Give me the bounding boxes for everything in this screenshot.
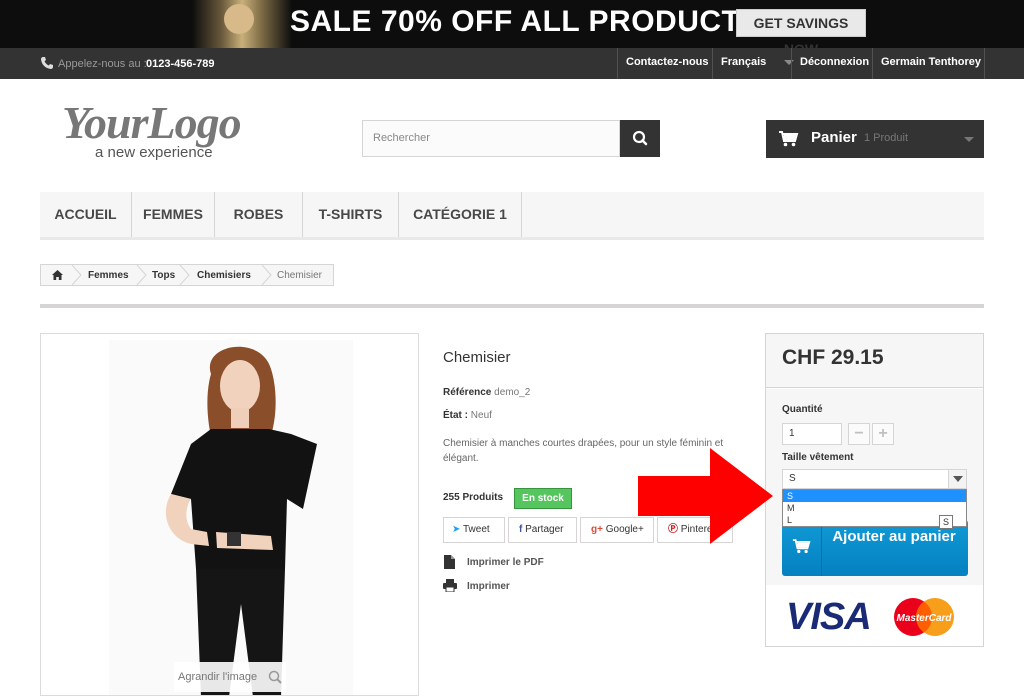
stock-badge: En stock <box>514 488 572 509</box>
breadcrumb-chemisiers[interactable]: Chemisiers <box>197 270 251 281</box>
enlarge-label: Agrandir l'image <box>178 671 258 683</box>
visa-logo: VISA <box>786 596 872 638</box>
menu-item-femmes[interactable]: FEMMES <box>132 192 215 237</box>
menu-item-accueil[interactable]: ACCUEIL <box>40 192 132 237</box>
breadcrumb-separator <box>71 265 82 285</box>
cart-icon-wrap <box>782 520 822 576</box>
chevron-down-icon[interactable] <box>948 470 966 488</box>
size-selected-value: S <box>789 473 796 484</box>
account-link[interactable]: Germain Tenthorey <box>872 48 985 79</box>
menu-item-robes[interactable]: ROBES <box>215 192 303 237</box>
top-bar: Appelez-nous au : 0123-456-789 Contactez… <box>0 48 1024 79</box>
google-plus-icon: g+ <box>591 524 603 535</box>
phone-label: Appelez-nous au : <box>58 58 147 70</box>
cart-title: Panier <box>811 129 857 146</box>
reference-value: demo_2 <box>494 387 531 398</box>
facebook-icon: f <box>519 524 523 535</box>
size-tooltip: S <box>939 515 953 529</box>
logout-link[interactable]: Déconnexion <box>791 48 872 79</box>
breadcrumb-tops[interactable]: Tops <box>152 270 175 281</box>
cart-icon <box>792 539 811 554</box>
menu-item-categorie-1[interactable]: CATÉGORIE 1 <box>399 192 522 237</box>
breadcrumb-separator <box>261 265 272 285</box>
size-option-m[interactable]: M <box>783 502 966 514</box>
contact-link[interactable]: Contactez-nous <box>617 48 712 79</box>
product-image[interactable]: Agrandir l'image <box>40 333 419 696</box>
file-icon <box>444 555 455 569</box>
facebook-label: Partager <box>525 524 564 535</box>
banner-model-image <box>192 0 292 48</box>
account-label: Germain Tenthorey <box>881 56 982 68</box>
facebook-share-button[interactable]: f Partager <box>508 517 577 543</box>
phone-icon <box>41 57 53 69</box>
cart-count: 1 Produit <box>864 132 909 144</box>
mastercard-label: MasterCard <box>896 613 952 624</box>
logo-tagline: a new experience <box>95 144 213 161</box>
main-menu: ACCUEIL FEMMES ROBES T-SHIRTS CATÉGORIE … <box>40 192 984 240</box>
search-placeholder: Rechercher <box>373 132 430 144</box>
printer-icon <box>443 579 457 592</box>
cart-icon <box>779 131 799 147</box>
product-condition: État : Neuf <box>443 410 492 421</box>
size-option-s[interactable]: S <box>783 490 966 502</box>
price-area: CHF 29.15 <box>766 334 983 388</box>
buy-box: CHF 29.15 Quantité 1 − + Taille vêtement… <box>765 333 984 647</box>
quantity-label: Quantité <box>782 404 823 415</box>
quantity-decrease-button[interactable]: − <box>848 423 870 445</box>
mastercard-logo: MasterCard <box>894 598 954 636</box>
section-divider <box>40 304 984 308</box>
language-selector[interactable]: Français <box>712 48 795 79</box>
size-label: Taille vêtement <box>782 452 854 463</box>
product-price: CHF 29.15 <box>782 346 884 369</box>
condition-value: Neuf <box>470 410 492 421</box>
cart-button[interactable]: Panier 1 Produit <box>766 120 984 158</box>
breadcrumb: Femmes Tops Chemisiers Chemisier <box>40 264 334 286</box>
enlarge-image-button[interactable]: Agrandir l'image <box>174 662 286 692</box>
arrow-icon <box>638 448 773 544</box>
chevron-down-icon <box>964 137 974 142</box>
print-label: Imprimer <box>467 581 510 592</box>
stock-quantity: 255 Produits <box>443 492 504 503</box>
menu-item-tshirts[interactable]: T-SHIRTS <box>303 192 399 237</box>
product-reference: Référence demo_2 <box>443 387 530 398</box>
promo-banner[interactable]: SALE 70% OFF ALL PRODUCTS GET SAVINGS NO… <box>0 0 1024 48</box>
size-select[interactable]: S <box>782 469 967 489</box>
add-to-cart-label: Ajouter au panier <box>832 528 956 545</box>
search-button[interactable] <box>620 120 660 157</box>
twitter-icon: ➤ <box>452 524 461 535</box>
phone-number: 0123-456-789 <box>146 58 215 70</box>
quantity-increase-button[interactable]: + <box>872 423 894 445</box>
zoom-icon <box>268 670 282 684</box>
home-icon[interactable] <box>51 269 64 281</box>
payment-logos: VISA MasterCard <box>766 586 983 646</box>
get-savings-button[interactable]: GET SAVINGS NOW <box>736 9 866 48</box>
contact-label: Contactez-nous <box>626 56 709 68</box>
search-icon <box>632 130 648 146</box>
quantity-input[interactable]: 1 <box>782 423 842 445</box>
banner-text: SALE 70% OFF ALL PRODUCTS <box>290 5 761 38</box>
reference-label: Référence <box>443 387 492 398</box>
language-label: Français <box>721 56 767 68</box>
logo-text: YourLogo <box>62 97 242 148</box>
logo[interactable]: YourLogo a new experience <box>62 96 292 166</box>
tweet-label: Tweet <box>463 524 490 535</box>
breadcrumb-separator <box>179 265 190 285</box>
product-photo <box>109 340 353 695</box>
breadcrumb-current: Chemisier <box>277 270 323 281</box>
print-pdf-label: Imprimer le PDF <box>467 557 544 568</box>
logout-label: Déconnexion <box>800 56 870 68</box>
size-dropdown: S M L S <box>782 489 967 529</box>
breadcrumb-femmes[interactable]: Femmes <box>88 270 129 281</box>
tweet-button[interactable]: ➤ Tweet <box>443 517 505 543</box>
product-title: Chemisier <box>443 349 511 366</box>
condition-label: État : <box>443 410 468 421</box>
breadcrumb-separator <box>136 265 147 285</box>
search-input[interactable]: Rechercher <box>362 120 620 157</box>
